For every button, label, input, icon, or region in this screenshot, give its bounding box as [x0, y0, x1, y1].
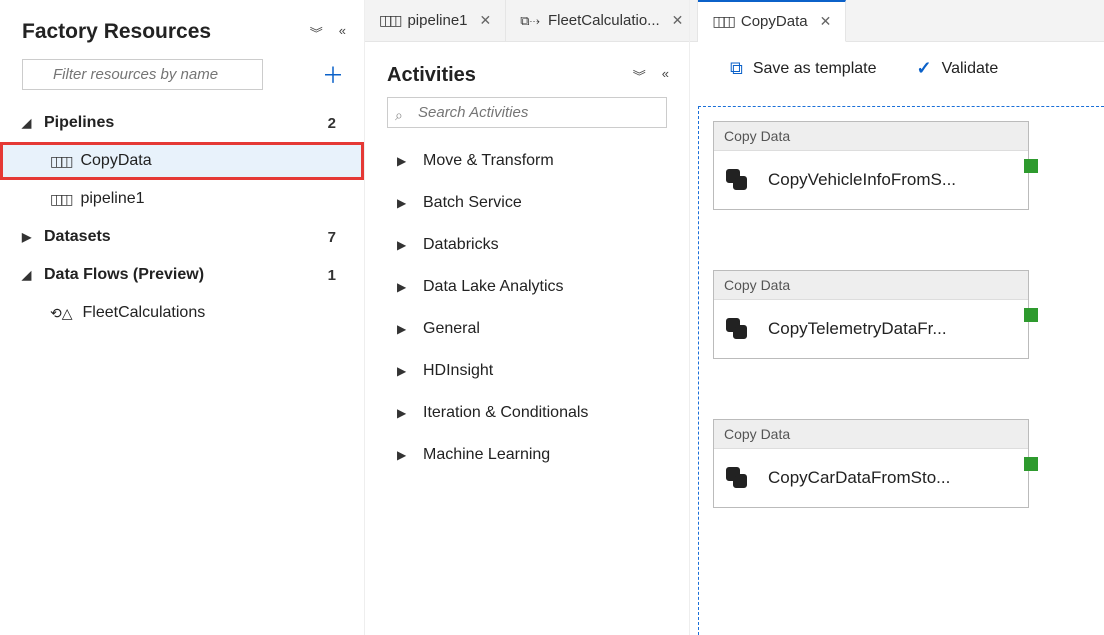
- caret-right-icon: ▶: [22, 230, 34, 244]
- group-label: Pipelines: [44, 114, 114, 132]
- activity-category-data-lake-analytics[interactable]: ▶ Data Lake Analytics: [379, 266, 675, 308]
- tree-group-pipelines[interactable]: ◢ Pipelines 2: [0, 104, 364, 142]
- caret-right-icon: ▶: [397, 322, 409, 336]
- activity-category-databricks[interactable]: ▶ Databricks: [379, 224, 675, 266]
- caret-down-icon: ◢: [22, 116, 34, 130]
- pipeline-canvas[interactable]: Copy DataCopyVehicleInfoFromS...Copy Dat…: [698, 106, 1104, 635]
- search-icon: ⌕: [395, 107, 403, 124]
- caret-right-icon: ▶: [397, 196, 409, 210]
- caret-down-icon: ◢: [22, 268, 34, 282]
- category-label: Databricks: [423, 236, 499, 254]
- category-label: Data Lake Analytics: [423, 278, 564, 296]
- caret-right-icon: ▶: [397, 154, 409, 168]
- chevron-double-left-icon[interactable]: «: [339, 23, 344, 42]
- validate-button[interactable]: ✓ Validate: [916, 58, 998, 79]
- save-as-template-button[interactable]: ⧉ Save as template: [730, 58, 876, 79]
- item-label: FleetCalculations: [83, 304, 206, 322]
- success-connector[interactable]: [1024, 308, 1038, 322]
- activity-category-general[interactable]: ▶ General: [379, 308, 675, 350]
- caret-right-icon: ▶: [397, 238, 409, 252]
- category-label: Move & Transform: [423, 152, 554, 170]
- activity-category-machine-learning[interactable]: ▶ Machine Learning: [379, 434, 675, 476]
- category-label: General: [423, 320, 480, 338]
- canvas-toolbar: ⧉ Save as template ✓ Validate: [690, 42, 1104, 91]
- chevron-double-down-icon[interactable]: ︾: [310, 23, 321, 42]
- chevron-double-left-icon[interactable]: «: [662, 66, 667, 85]
- search-activities-input[interactable]: [387, 97, 667, 128]
- validate-label: Validate: [942, 60, 999, 78]
- caret-right-icon: ▶: [397, 280, 409, 294]
- save-template-label: Save as template: [753, 60, 877, 78]
- activity-node[interactable]: Copy Data CopyCarDataFromSto...: [713, 419, 1029, 508]
- category-label: Machine Learning: [423, 446, 550, 464]
- node-type-label: Copy Data: [714, 271, 1028, 300]
- category-label: Iteration & Conditionals: [423, 404, 588, 422]
- pipeline-icon: ◫◫: [50, 191, 70, 208]
- copy-data-icon: [726, 467, 750, 489]
- pipeline-canvas-panel: ⧉ Save as template ✓ Validate Copy DataC…: [690, 0, 1104, 635]
- activity-category-move-transform[interactable]: ▶ Move & Transform: [379, 140, 675, 182]
- check-icon: ✓: [916, 58, 931, 79]
- activity-node[interactable]: Copy Data CopyTelemetryDataFr...: [713, 270, 1029, 359]
- group-count: 7: [328, 229, 336, 246]
- tree-group-datasets[interactable]: ▶ Datasets 7: [0, 218, 364, 256]
- node-name: CopyTelemetryDataFr...: [768, 319, 947, 339]
- group-label: Data Flows (Preview): [44, 266, 204, 284]
- caret-right-icon: ▶: [397, 406, 409, 420]
- activities-title: Activities: [387, 64, 476, 87]
- item-label: CopyData: [80, 152, 151, 170]
- group-count: 1: [328, 267, 336, 284]
- node-name: CopyCarDataFromSto...: [768, 468, 950, 488]
- tree-group-data-flows-preview-[interactable]: ◢ Data Flows (Preview) 1: [0, 256, 364, 294]
- tree-item-fleetcalculations[interactable]: ⟲△ FleetCalculations: [0, 294, 364, 332]
- copy-data-icon: [726, 169, 750, 191]
- copy-data-icon: [726, 318, 750, 340]
- caret-right-icon: ▶: [397, 364, 409, 378]
- pipeline-icon: ◫◫: [50, 153, 70, 170]
- group-label: Datasets: [44, 228, 111, 246]
- category-label: Batch Service: [423, 194, 522, 212]
- node-type-label: Copy Data: [714, 122, 1028, 151]
- activity-category-batch-service[interactable]: ▶ Batch Service: [379, 182, 675, 224]
- activity-category-hdinsight[interactable]: ▶ HDInsight: [379, 350, 675, 392]
- activity-category-iteration-conditionals[interactable]: ▶ Iteration & Conditionals: [379, 392, 675, 434]
- panel-title: Factory Resources: [22, 20, 211, 44]
- node-name: CopyVehicleInfoFromS...: [768, 170, 956, 190]
- caret-right-icon: ▶: [397, 448, 409, 462]
- activities-panel: Activities ︾ « ⌕ ▶ Move & Transform ▶ Batch…: [365, 0, 690, 635]
- tree-item-pipeline1[interactable]: ◫◫ pipeline1: [0, 180, 364, 218]
- chevron-double-down-icon[interactable]: ︾: [633, 66, 644, 85]
- success-connector[interactable]: [1024, 457, 1038, 471]
- add-resource-button[interactable]: ＋: [322, 58, 344, 90]
- node-type-label: Copy Data: [714, 420, 1028, 449]
- group-count: 2: [328, 115, 336, 132]
- success-connector[interactable]: [1024, 159, 1038, 173]
- filter-resources-input[interactable]: [22, 59, 263, 90]
- template-icon: ⧉: [730, 58, 743, 79]
- category-label: HDInsight: [423, 362, 493, 380]
- dataflow-icon: ⟲△: [50, 305, 73, 322]
- factory-resources-panel: Factory Resources ︾ « ⌕ ＋ ◢Pipelines2◫◫C…: [0, 0, 365, 635]
- activity-node[interactable]: Copy Data CopyVehicleInfoFromS...: [713, 121, 1029, 210]
- item-label: pipeline1: [80, 190, 144, 208]
- tree-item-copydata[interactable]: ◫◫ CopyData: [0, 142, 364, 180]
